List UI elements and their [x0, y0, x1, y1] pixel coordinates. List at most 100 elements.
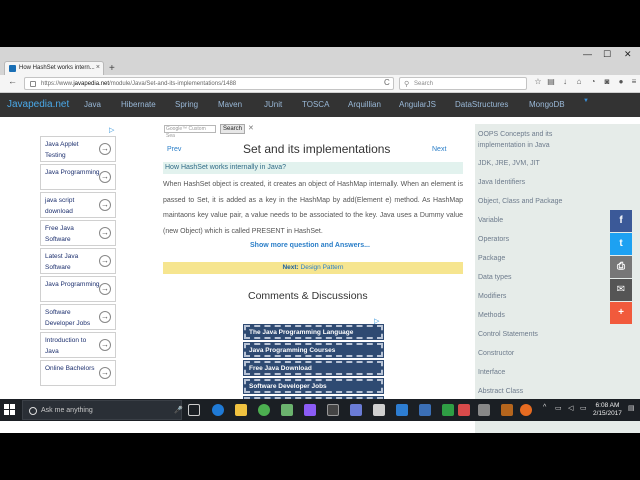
sidebar-item-operators[interactable]: Operators [478, 236, 509, 243]
close-window-button[interactable]: ✕ [624, 49, 632, 60]
sidebar-item-variable[interactable]: Variable [478, 217, 503, 224]
sidebar-item-jdk[interactable]: JDK, JRE, JVM, JIT [478, 160, 540, 167]
new-tab-button[interactable]: + [109, 63, 115, 74]
firefox-icon[interactable] [520, 404, 532, 416]
ad-link[interactable]: Java Applet Testing → [40, 136, 116, 162]
extension-icon[interactable]: ◙ [603, 78, 611, 86]
app-icon[interactable] [442, 404, 454, 416]
ad-link-label: Online Bachelors [45, 365, 95, 372]
ad-link[interactable]: Java Programming → [40, 276, 116, 302]
sidebar-item-abstract[interactable]: Abstract Class [478, 388, 523, 395]
next-link[interactable]: Next [432, 146, 446, 153]
ad-button[interactable]: The Java Programming Language [243, 324, 384, 340]
network-icon[interactable]: ▭ [555, 404, 562, 412]
ad-button[interactable]: Java Programming Courses [243, 342, 384, 358]
reading-list-icon[interactable]: ▤ [547, 78, 555, 86]
menu-angularjs[interactable]: AngularJS [399, 100, 436, 109]
ad-link[interactable]: Introduction to Java → [40, 332, 116, 358]
volume-icon[interactable]: ◁ [568, 404, 573, 412]
close-tab-icon[interactable]: × [96, 64, 100, 71]
browser-search-input[interactable]: ⚲ Search [399, 77, 527, 90]
arrow-right-icon: → [99, 227, 111, 239]
task-view-icon[interactable] [188, 404, 200, 416]
menu-hibernate[interactable]: Hibernate [121, 100, 156, 109]
windows-start-icon[interactable] [4, 404, 15, 415]
ad-choices-icon[interactable]: ▷ [374, 317, 379, 325]
twitter-share-icon[interactable]: t [610, 233, 632, 255]
system-clock[interactable]: 6:08 AM 2/15/2017 [593, 402, 622, 418]
app-icon[interactable] [304, 404, 316, 416]
clear-search-icon[interactable]: ✕ [248, 124, 254, 132]
menu-maven[interactable]: Maven [218, 100, 242, 109]
minimize-button[interactable]: — [583, 49, 592, 59]
pocket-icon[interactable]: ◔ [589, 78, 597, 86]
sidebar-item-identifiers[interactable]: Java Identifiers [478, 179, 525, 186]
ad-link[interactable]: Latest Java Software → [40, 248, 116, 274]
sidebar-item-methods[interactable]: Methods [478, 312, 505, 319]
email-icon[interactable]: ✉ [610, 279, 632, 301]
next-topic-link[interactable]: Design Pattern [301, 264, 344, 271]
home-icon[interactable]: ⌂ [575, 78, 583, 86]
ad-link[interactable]: Software Developer Jobs → [40, 304, 116, 330]
notifications-icon[interactable]: ▤ [628, 404, 635, 412]
browser-tab[interactable]: How HashSet works intern... × [4, 61, 104, 75]
bookmark-star-icon[interactable]: ☆ [534, 78, 542, 86]
app-icon[interactable] [281, 404, 293, 416]
menu-junit[interactable]: JUnit [264, 100, 282, 109]
maximize-button[interactable]: ☐ [603, 49, 611, 60]
chrome-icon[interactable] [258, 404, 270, 416]
app-icon[interactable] [501, 404, 513, 416]
sidebar-item-constructor[interactable]: Constructor [478, 350, 514, 357]
addon-icon[interactable]: ● [617, 78, 625, 86]
cortana-search-input[interactable]: Ask me anything 🎤 [22, 400, 183, 420]
app-icon[interactable] [458, 404, 470, 416]
app-icon[interactable] [373, 404, 385, 416]
site-search-button[interactable]: Search [220, 124, 245, 134]
file-explorer-icon[interactable] [235, 404, 247, 416]
settings-icon[interactable] [478, 404, 490, 416]
ad-link[interactable]: java script download → [40, 192, 116, 218]
keyboard-icon[interactable]: ▭ [580, 404, 587, 412]
ad-link[interactable]: Java Programming → [40, 164, 116, 190]
more-share-icon[interactable]: + [610, 302, 632, 324]
reload-icon[interactable]: C [384, 78, 390, 87]
back-button[interactable]: ← [8, 76, 17, 86]
sidebar-item-modifiers[interactable]: Modifiers [478, 293, 506, 300]
print-icon[interactable]: ⎙ [610, 256, 632, 278]
menu-mongodb[interactable]: MongoDB [529, 100, 565, 109]
site-search-input[interactable]: Google™ Custom Sea [164, 125, 216, 139]
menu-arquillian[interactable]: Arquillian [348, 100, 381, 109]
visual-studio-icon[interactable] [396, 404, 408, 416]
ad-link[interactable]: Free Java Software → [40, 220, 116, 246]
ad-choices-icon[interactable]: ▷ [109, 126, 114, 134]
prev-link[interactable]: Prev [167, 146, 181, 153]
microphone-icon[interactable]: 🎤 [174, 406, 183, 414]
ad-button[interactable]: Free Java Download [243, 360, 384, 376]
menu-datastructures[interactable]: DataStructures [455, 100, 508, 109]
menu-icon[interactable]: ≡ [630, 78, 638, 86]
app-icon[interactable] [350, 404, 362, 416]
show-more-link[interactable]: Show more question and Answers... [250, 242, 370, 249]
ad-link[interactable]: Online Bachelors → [40, 360, 116, 386]
sidebar-item-interface[interactable]: Interface [478, 369, 505, 376]
sidebar-item-oops[interactable]: OOPS Concepts and its [478, 131, 552, 138]
menu-spring[interactable]: Spring [175, 100, 198, 109]
terminal-icon[interactable] [327, 404, 339, 416]
sidebar-item-data-types[interactable]: Data types [478, 274, 511, 281]
sidebar-item-object-class[interactable]: Object, Class and Package [478, 198, 562, 205]
address-bar[interactable]: https://www.javapedia.net/module/Java/Se… [24, 77, 394, 90]
sidebar-item-oops-cont[interactable]: implementation in Java [478, 142, 550, 149]
tray-chevron-up-icon[interactable]: ^ [543, 404, 546, 411]
chevron-down-icon[interactable]: ▼ [583, 98, 589, 104]
app-icon[interactable] [419, 404, 431, 416]
download-icon[interactable]: ↓ [561, 78, 569, 86]
sidebar-item-control[interactable]: Control Statements [478, 331, 538, 338]
edge-icon[interactable] [212, 404, 224, 416]
site-logo[interactable]: Javapedia.net [7, 99, 69, 110]
menu-java[interactable]: Java [84, 100, 101, 109]
sidebar-item-package[interactable]: Package [478, 255, 505, 262]
next-topic-bar[interactable]: Next: Design Pattern [163, 262, 463, 274]
ad-button[interactable]: Software Developer Jobs [243, 378, 384, 394]
facebook-share-icon[interactable]: f [610, 210, 632, 232]
menu-tosca[interactable]: TOSCA [302, 100, 329, 109]
